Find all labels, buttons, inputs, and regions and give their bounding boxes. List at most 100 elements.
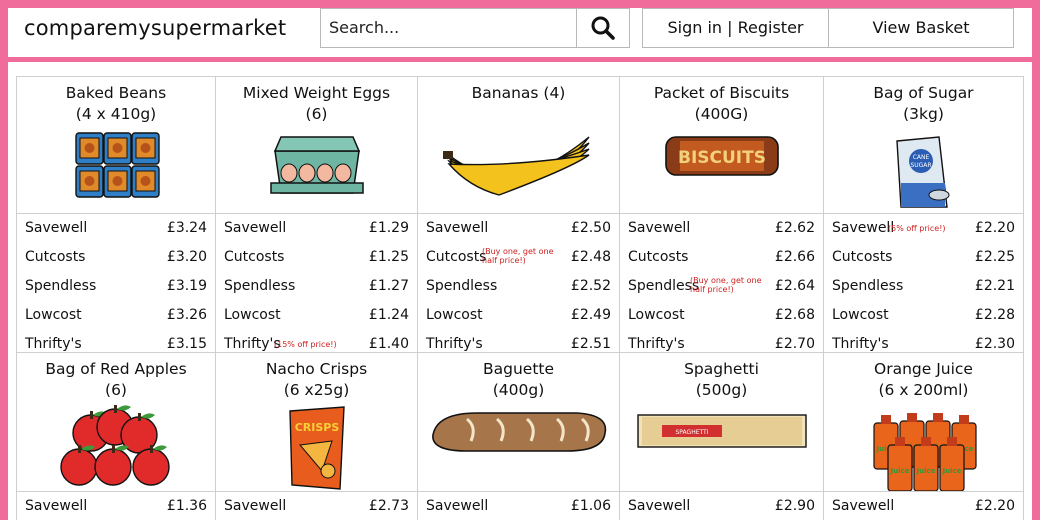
store-name: Savewell bbox=[832, 498, 895, 514]
price-row: Lowcost £3.26 bbox=[17, 301, 215, 330]
product-image[interactable]: CRISPS bbox=[216, 405, 417, 491]
product-title[interactable]: Orange Juice (6 x 200ml) bbox=[824, 359, 1023, 401]
product-card[interactable]: Baguette (400g) Savewell £1.06 bbox=[418, 352, 620, 520]
price-amount: £2.49 bbox=[570, 307, 611, 323]
product-card[interactable]: Baked Beans (4 x 410g) Savewell £3.24 Cutc… bbox=[16, 76, 216, 352]
product-card[interactable]: Bag of Sugar (3kg) CANE SUGAR Savewell £2… bbox=[824, 76, 1024, 352]
price-amount: £2.73 bbox=[368, 498, 409, 514]
store-name: Cutcosts bbox=[832, 249, 893, 265]
product-image[interactable]: CANE SUGAR bbox=[824, 131, 1023, 213]
price-amount: £2.48 bbox=[570, 249, 611, 265]
product-card[interactable]: Bananas (4) Savewell £2.50 Cutcosts £2.48 (B… bbox=[418, 76, 620, 352]
price-row: Lowcost £1.24 bbox=[216, 301, 417, 330]
product-title[interactable]: Baguette (400g) bbox=[418, 359, 619, 401]
price-row: Savewell £2.20 bbox=[824, 492, 1023, 520]
price-list: Savewell £2.50 Cutcosts £2.48 (Buy one, get … bbox=[418, 213, 619, 359]
svg-text:CRISPS: CRISPS bbox=[294, 421, 339, 434]
price-amount: £2.50 bbox=[570, 220, 611, 236]
price-amount: £1.36 bbox=[166, 498, 207, 514]
store-name: Cutcosts bbox=[628, 249, 689, 265]
offer-note: (5% off price!) bbox=[888, 224, 946, 233]
view-basket-button[interactable]: View Basket bbox=[828, 8, 1014, 48]
product-title[interactable]: Mixed Weight Eggs (6) bbox=[216, 83, 417, 125]
price-row: Lowcost £2.49 bbox=[418, 301, 619, 330]
price-list: Savewell £2.62 Cutcosts £2.66 Spendless £2.64… bbox=[620, 213, 823, 359]
price-row: Savewell £1.29 bbox=[216, 214, 417, 243]
header-divider bbox=[8, 57, 1032, 62]
price-row: Cutcosts £2.25 bbox=[824, 243, 1023, 272]
price-row: Cutcosts £1.25 bbox=[216, 243, 417, 272]
svg-text:BISCUITS: BISCUITS bbox=[678, 148, 766, 168]
store-name: Lowcost bbox=[832, 307, 889, 323]
sign-in-register-button[interactable]: Sign in | Register bbox=[642, 8, 829, 48]
product-image[interactable]: JuiceJuiceJuiceJuiceJuiceJuiceJuice bbox=[824, 405, 1023, 491]
store-name: Lowcost bbox=[224, 307, 281, 323]
price-row: Cutcosts £3.20 bbox=[17, 243, 215, 272]
store-name: Savewell bbox=[25, 498, 88, 514]
price-amount: £3.19 bbox=[166, 278, 207, 294]
product-image[interactable] bbox=[418, 131, 619, 213]
price-amount: £2.62 bbox=[774, 220, 815, 236]
price-amount: £2.68 bbox=[774, 307, 815, 323]
product-title[interactable]: Packet of Biscuits (400G) bbox=[620, 83, 823, 125]
svg-text:Juice: Juice bbox=[889, 467, 909, 475]
price-amount: £2.52 bbox=[570, 278, 611, 294]
store-name: Lowcost bbox=[628, 307, 685, 323]
product-title[interactable]: Bag of Sugar (3kg) bbox=[824, 83, 1023, 125]
price-amount: £2.21 bbox=[974, 278, 1015, 294]
price-row: Savewell £2.90 bbox=[620, 492, 823, 520]
product-title[interactable]: Nacho Crisps (6 x25g) bbox=[216, 359, 417, 401]
product-title[interactable]: Baked Beans (4 x 410g) bbox=[17, 83, 215, 125]
store-name: Spendless bbox=[426, 278, 498, 294]
price-amount: £2.28 bbox=[974, 307, 1015, 323]
product-card[interactable]: Nacho Crisps (6 x25g) CRISPS Savewell £2.… bbox=[216, 352, 418, 520]
product-grid: Baked Beans (4 x 410g) Savewell £3.24 Cutc… bbox=[16, 76, 1024, 520]
store-name: Spendless bbox=[25, 278, 97, 294]
price-amount: £2.20 bbox=[974, 220, 1015, 236]
price-list: Savewell £2.73 bbox=[216, 491, 417, 520]
search-icon bbox=[591, 16, 615, 40]
product-image[interactable] bbox=[216, 131, 417, 213]
price-amount: £1.29 bbox=[368, 220, 409, 236]
product-title[interactable]: Spaghetti (500g) bbox=[620, 359, 823, 401]
store-name: Savewell bbox=[25, 220, 88, 236]
store-name: Lowcost bbox=[426, 307, 483, 323]
store-name: Spendless bbox=[628, 278, 700, 294]
store-name: Savewell bbox=[426, 498, 489, 514]
price-list: Savewell £2.20 bbox=[824, 491, 1023, 520]
product-image[interactable]: BISCUITS bbox=[620, 131, 823, 213]
price-row: Lowcost £2.28 bbox=[824, 301, 1023, 330]
price-amount: £2.25 bbox=[974, 249, 1015, 265]
price-row: Cutcosts £2.66 bbox=[620, 243, 823, 272]
offer-note: (Buy one, get one half price!) bbox=[482, 247, 554, 265]
store-name: Spendless bbox=[832, 278, 904, 294]
product-image[interactable] bbox=[17, 405, 215, 491]
store-name: Savewell bbox=[224, 498, 287, 514]
product-card[interactable]: Bag of Red Apples (6) Savewell £1.36 bbox=[16, 352, 216, 520]
site-logo[interactable]: comparemysupermarket bbox=[24, 16, 286, 40]
store-name: Cutcosts bbox=[25, 249, 86, 265]
store-name: Savewell bbox=[426, 220, 489, 236]
product-title[interactable]: Bag of Red Apples (6) bbox=[17, 359, 215, 401]
search-button[interactable] bbox=[576, 8, 630, 48]
svg-text:Juice: Juice bbox=[941, 467, 961, 475]
product-card[interactable]: Packet of Biscuits (400G) BISCUITS Savew… bbox=[620, 76, 824, 352]
product-image[interactable] bbox=[418, 405, 619, 491]
price-amount: £2.20 bbox=[974, 498, 1015, 514]
product-title[interactable]: Bananas (4) bbox=[418, 83, 619, 104]
product-image[interactable]: SPAGHETTI bbox=[620, 405, 823, 491]
search-input[interactable]: Search... bbox=[320, 8, 578, 48]
product-card[interactable]: Spaghetti (500g) SPAGHETTI Savewell £2.90 bbox=[620, 352, 824, 520]
product-card[interactable]: Orange Juice (6 x 200ml) Juice Juice Juice… bbox=[824, 352, 1024, 520]
product-image[interactable] bbox=[17, 131, 215, 213]
price-row: Savewell £2.20 (5% off price!) bbox=[824, 214, 1023, 243]
product-card[interactable]: Mixed Weight Eggs (6) Savewell £1.29 Cutco… bbox=[216, 76, 418, 352]
price-list: Savewell £2.90 bbox=[620, 491, 823, 520]
price-list: Savewell £3.24 Cutcosts £3.20 Spendless £3.19… bbox=[17, 213, 215, 359]
price-amount: £2.64 bbox=[774, 278, 815, 294]
price-row: Spendless £2.52 bbox=[418, 272, 619, 301]
price-row: Savewell £2.50 bbox=[418, 214, 619, 243]
price-row: Savewell £3.24 bbox=[17, 214, 215, 243]
svg-text:SPAGHETTI: SPAGHETTI bbox=[675, 429, 708, 436]
store-name: Savewell bbox=[224, 220, 287, 236]
